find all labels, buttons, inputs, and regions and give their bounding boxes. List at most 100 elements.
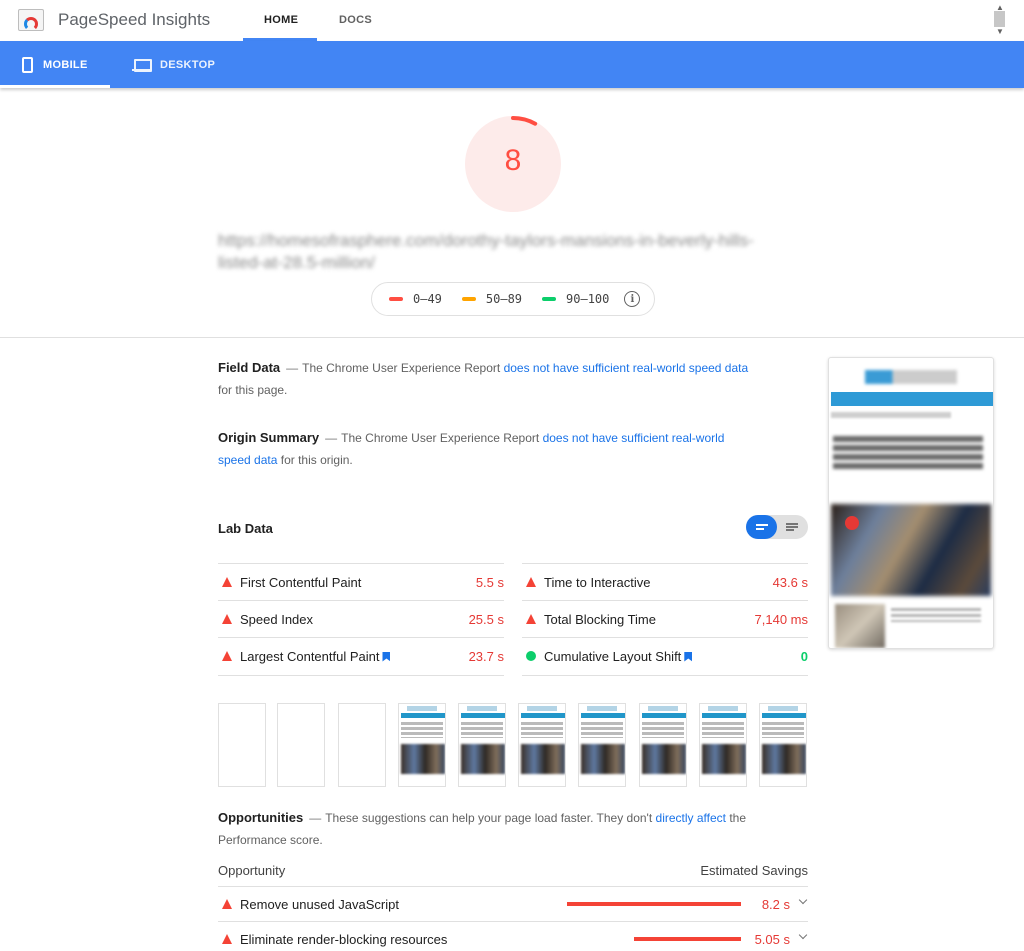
summary-view-icon[interactable] [746,515,777,539]
phone-icon [22,56,33,73]
metric-label: Speed Index [240,611,314,627]
metric-row: Time to Interactive 43.6 s [522,563,808,600]
pass-circle-icon [526,651,536,661]
info-icon[interactable]: i [624,291,641,307]
filmstrip-frame [518,703,566,787]
filmstrip-frame [578,703,626,787]
filmstrip-frame-blank [218,703,266,787]
metric-divider [522,675,808,676]
scroll-down-arrow-icon[interactable]: ▼ [996,27,1004,36]
opportunities-section: Opportunities — These suggestions can help… [218,810,747,847]
metric-label-with-bookmark: Largest Contentful Paint [240,649,469,664]
metric-row: Largest Contentful Paint 23.7 s [218,637,504,674]
bookmark-icon [684,651,693,662]
metric-row: Speed Index 25.5 s [218,600,504,637]
metric-label: Cumulative Layout Shift [544,648,682,664]
legend-fail: 0–49 [389,292,442,306]
origin-summary-title: Origin Summary [218,430,320,445]
origin-summary-section: Origin Summary — The Chrome User Experienc… [218,430,725,467]
scrollbar-thumb[interactable] [994,11,1005,27]
fail-triangle-icon [222,614,232,624]
metric-label: Time to Interactive [544,574,651,590]
fail-triangle-icon [526,614,536,624]
field-data-section: Field Data — The Chrome User Experience Re… [218,360,749,397]
metric-label: Largest Contentful Paint [240,648,380,664]
chevron-down-icon[interactable] [799,932,808,941]
fail-triangle-icon [222,899,232,909]
metric-divider [218,675,504,676]
metric-value: 23.7 s [468,648,504,664]
legend-average-range: 50–89 [485,292,523,306]
tab-home[interactable]: HOME [264,14,298,26]
metric-value: 25.5 s [468,611,504,627]
bookmark-icon [382,651,391,662]
metric-value: 7,140 ms [754,611,808,627]
opportunity-table-header: Opportunity Estimated Savings [218,863,808,878]
savings-bar [634,937,741,941]
chevron-down-icon[interactable] [799,897,808,906]
metric-value: 0 [800,648,808,664]
origin-summary-text: The Chrome User Experience Report [341,431,540,445]
metric-label: First Contentful Paint [240,574,362,590]
app-title[interactable]: PageSpeed Insights [58,10,210,30]
filmstrip-frame [759,703,807,787]
metric-label-with-bookmark: Cumulative Layout Shift [544,649,801,664]
savings-value: 8.2 s [761,896,790,912]
filmstrip-frame [458,703,506,787]
opportunity-row[interactable]: Eliminate render-blocking resources 5.05… [218,921,808,951]
tab-desktop-label: DESKTOP [160,58,216,71]
device-tab-bar: MOBILE DESKTOP [0,41,1024,88]
opportunity-row[interactable]: Remove unused JavaScript 8.2 s [218,886,808,921]
savings-value: 5.05 s [754,931,790,947]
legend-fail-range: 0–49 [413,292,442,306]
final-screenshot[interactable] [828,357,994,649]
metric-value: 5.5 s [475,574,504,590]
pagespeed-logo-icon[interactable] [18,9,44,31]
lab-data-title: Lab Data [218,521,273,536]
fail-triangle-icon [222,934,232,944]
opportunities-title: Opportunities [218,810,304,825]
field-data-link[interactable]: does not have sufficient real-world spee… [504,361,749,375]
field-data-post: for this page. [218,383,288,397]
top-bar: PageSpeed Insights HOME DOCS ▲ ▼ [0,0,1024,41]
analyzed-url: https://homesofrasphere.com/dorothy-tayl… [218,231,754,272]
fail-triangle-icon [222,577,232,587]
metric-value: 43.6 s [772,574,808,590]
legend-pass: 90–100 [542,292,609,306]
performance-score: 8 [504,144,522,177]
active-device-indicator [0,85,110,88]
opportunities-link[interactable]: directly affect [656,811,726,825]
score-legend: 0–49 50–89 90–100 i [371,282,655,316]
filmstrip-frame [639,703,687,787]
legend-pass-range: 90–100 [566,292,610,306]
metric-row: Cumulative Layout Shift 0 [522,637,808,674]
metric-label: Total Blocking Time [544,611,656,627]
tab-mobile[interactable]: MOBILE [22,41,110,88]
fail-triangle-icon [526,577,536,587]
tab-docs[interactable]: DOCS [339,14,372,26]
field-data-title: Field Data [218,360,281,375]
filmstrip-frame-blank [338,703,386,787]
field-data-text: The Chrome User Experience Report [302,361,501,375]
legend-average: 50–89 [461,292,523,306]
origin-summary-post: for this origin. [280,453,353,467]
performance-score-gauge: 8 [463,114,563,214]
opportunity-column-header: Opportunity [218,863,286,878]
metric-row: First Contentful Paint 5.5 s [218,563,504,600]
savings-column-header: Estimated Savings [700,863,808,878]
filmstrip-frame [398,703,446,787]
tab-mobile-label: MOBILE [43,58,88,71]
savings-bar [567,902,741,906]
laptop-icon [132,58,152,72]
legend-fail-bar [389,297,403,301]
legend-average-bar [461,297,476,301]
tab-desktop[interactable]: DESKTOP [132,41,232,88]
metrics-view-toggle[interactable] [746,515,808,539]
filmstrip-frame [699,703,747,787]
opportunities-text: These suggestions can help your page loa… [325,811,653,825]
filmstrip-frame-blank [277,703,325,787]
metric-row: Total Blocking Time 7,140 ms [522,600,808,637]
fail-triangle-icon [222,651,232,661]
legend-pass-bar [542,297,557,301]
section-divider [0,337,1024,338]
